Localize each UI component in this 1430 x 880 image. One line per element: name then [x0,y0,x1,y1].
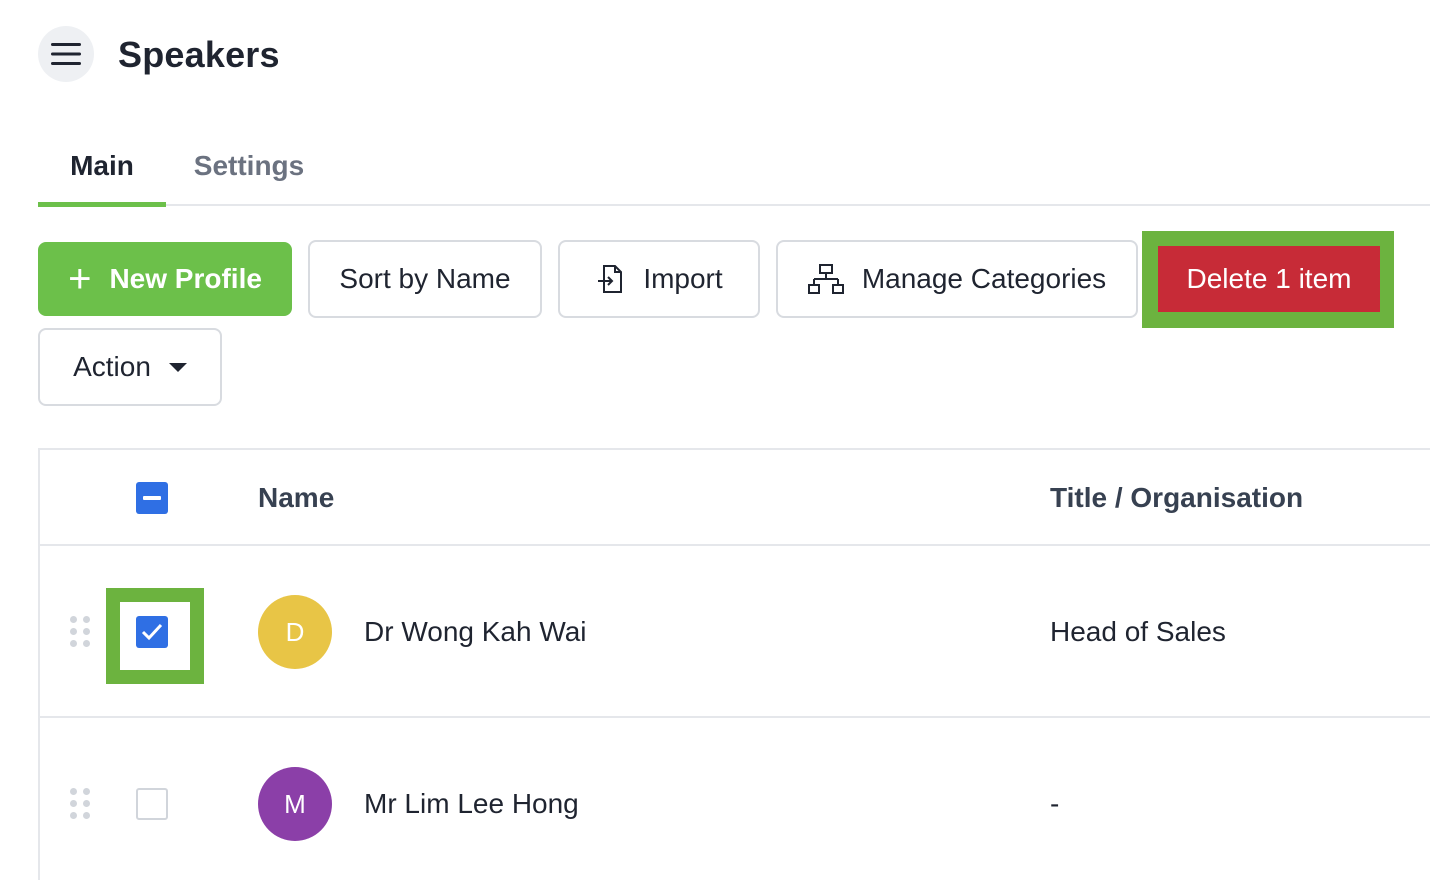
plus-icon: + [68,257,92,301]
file-import-icon [598,265,623,293]
checkmark-icon [141,623,163,641]
avatar: D [258,595,332,669]
sort-label: Sort by Name [339,263,511,294]
table-row[interactable]: M Mr Lim Lee Hong - [40,718,1430,880]
delete-selected-button[interactable]: Delete 1 item [1158,246,1380,312]
page-title: Speakers [118,34,280,75]
speaker-name[interactable]: Dr Wong Kah Wai [364,616,587,648]
row-checkbox[interactable] [136,788,168,820]
manage-categories-label: Manage Categories [861,263,1107,294]
avatar: M [258,767,332,841]
speaker-title: Head of Sales [1050,616,1226,647]
select-all-checkbox[interactable] [136,482,168,514]
action-label: Action [73,351,151,382]
hierarchy-icon [807,264,844,294]
column-header-name[interactable]: Name [258,450,334,546]
speaker-name[interactable]: Mr Lim Lee Hong [364,788,579,820]
speaker-title: - [1050,788,1060,819]
new-profile-label: New Profile [109,263,262,294]
tab-bar: Main Settings [38,128,1430,207]
speakers-table: Name Title / Organisation D Dr Wong Kah … [38,448,1430,880]
menu-button[interactable] [38,26,94,82]
column-header-title[interactable]: Title / Organisation [1050,450,1303,546]
table-row[interactable]: D Dr Wong Kah Wai Head of Sales [40,546,1430,718]
tab-settings[interactable]: Settings [188,128,310,204]
import-label: Import [643,263,723,294]
row-checkbox[interactable] [136,616,168,648]
manage-categories-button[interactable]: Manage Categories [776,240,1138,318]
table-header: Name Title / Organisation [40,450,1430,546]
tab-main[interactable]: Main [38,128,166,207]
sort-by-name-button[interactable]: Sort by Name [308,240,542,318]
caret-down-icon [168,362,187,372]
drag-handle-icon[interactable] [70,616,92,648]
import-button[interactable]: Import [558,240,760,318]
action-dropdown[interactable]: Action [38,328,222,406]
hamburger-menu-icon [51,43,81,65]
new-profile-button[interactable]: + New Profile [38,242,292,316]
drag-handle-icon[interactable] [70,788,92,820]
